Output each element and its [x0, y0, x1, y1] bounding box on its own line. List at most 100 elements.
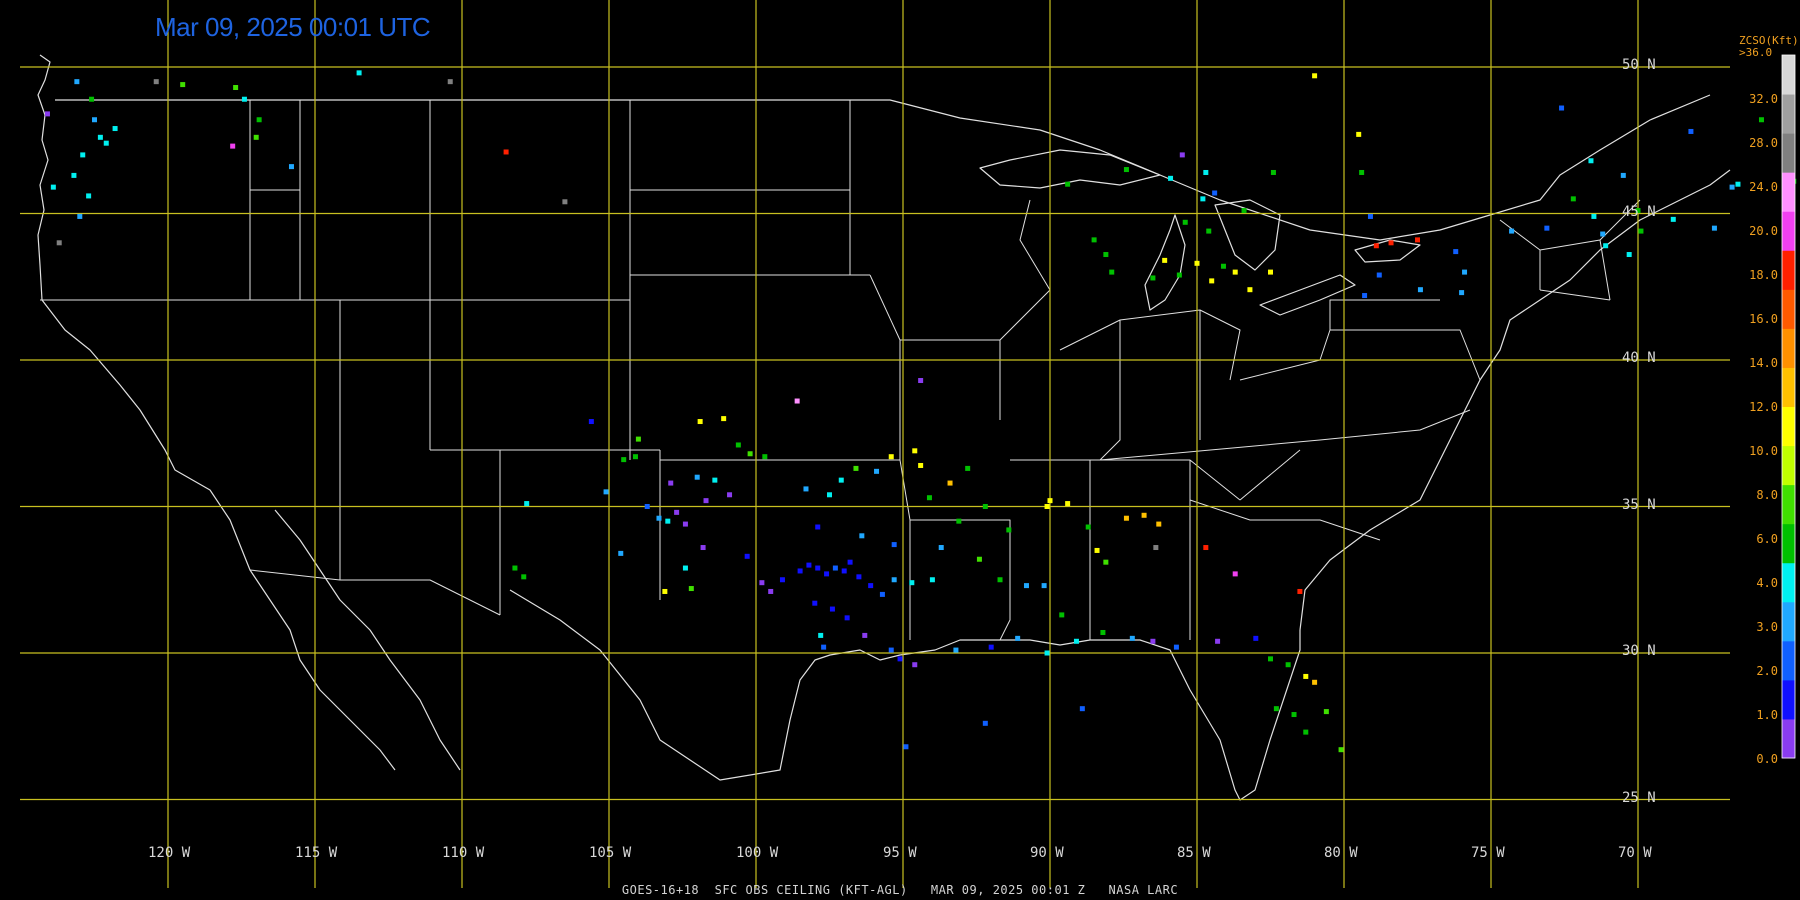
lat-label: 35 N — [1622, 496, 1656, 513]
station-marker — [632, 454, 638, 460]
station-marker — [644, 504, 650, 509]
station-marker — [1232, 571, 1238, 577]
lon-label: 85 W — [1177, 845, 1211, 861]
station-marker — [938, 545, 944, 551]
station-marker — [153, 79, 159, 85]
legend-swatch — [1782, 445, 1795, 486]
station-marker — [1212, 190, 1218, 196]
timestamp-title: Mar 09, 2025 00:01 UTC — [155, 12, 431, 42]
station-marker — [1023, 583, 1029, 589]
station-marker — [1268, 269, 1273, 275]
station-marker — [1103, 559, 1109, 565]
station-marker — [909, 580, 915, 586]
station-marker — [1079, 706, 1085, 712]
lon-label: 90 W — [1030, 845, 1064, 861]
station-marker — [1179, 152, 1185, 158]
lon-label: 70 W — [1618, 845, 1652, 861]
station-marker — [230, 143, 236, 149]
station-marker — [926, 495, 932, 501]
station-marker — [1150, 275, 1156, 281]
station-marker — [1150, 638, 1156, 644]
legend-swatch — [1782, 211, 1795, 251]
station-marker — [700, 545, 706, 551]
station-marker — [862, 632, 868, 638]
station-marker — [982, 720, 988, 726]
station-marker — [815, 565, 821, 571]
station-marker — [241, 96, 247, 102]
lon-label: 100 W — [736, 845, 779, 861]
station-marker — [524, 501, 530, 507]
station-marker — [1303, 673, 1309, 679]
station-marker — [759, 580, 765, 586]
station-marker — [1670, 216, 1676, 222]
station-marker — [103, 140, 109, 146]
station-marker — [80, 152, 86, 158]
station-marker — [1268, 656, 1273, 662]
station-marker — [1453, 249, 1459, 255]
lat-label: 30 N — [1622, 643, 1656, 659]
legend-tick-label: 20.0 — [1749, 224, 1778, 238]
station-marker — [1173, 644, 1179, 650]
station-marker — [44, 111, 50, 117]
lon-label: 80 W — [1324, 845, 1358, 861]
station-marker — [1091, 237, 1097, 243]
station-marker — [97, 134, 103, 140]
station-marker — [832, 565, 838, 571]
station-marker — [1085, 524, 1091, 530]
lon-label: 105 W — [589, 845, 632, 861]
station-marker — [856, 574, 862, 580]
station-marker — [1620, 172, 1626, 178]
station-marker — [1123, 515, 1129, 521]
station-marker — [891, 577, 897, 583]
station-marker — [694, 474, 700, 480]
station-marker — [838, 477, 844, 483]
color-legend — [1781, 54, 1796, 759]
legend-tick-label: 18.0 — [1749, 268, 1778, 282]
legend-title-max: >36.0 — [1739, 46, 1773, 59]
station-marker — [727, 492, 733, 498]
station-marker — [674, 509, 680, 515]
legend-swatch — [1782, 250, 1795, 290]
station-marker — [1129, 635, 1135, 641]
station-marker — [1588, 158, 1594, 164]
legend-tick-label: 6.0 — [1756, 532, 1778, 546]
station-marker — [1285, 662, 1291, 668]
station-marker — [1603, 243, 1609, 249]
station-marker — [1688, 128, 1694, 134]
station-marker — [71, 172, 77, 178]
station-marker — [1462, 269, 1468, 275]
station-marker — [812, 600, 818, 606]
station-marker — [1041, 583, 1047, 589]
station-marker — [512, 565, 518, 571]
station-marker — [794, 398, 800, 404]
station-marker — [1367, 213, 1373, 219]
station-marker — [1241, 208, 1247, 214]
station-marker — [1059, 612, 1065, 618]
station-marker — [735, 442, 741, 448]
station-marker — [1015, 635, 1021, 641]
station-marker — [1203, 169, 1209, 175]
station-marker — [829, 606, 835, 612]
station-marker — [86, 193, 92, 199]
legend-tick-label: 2.0 — [1756, 664, 1778, 678]
station-marker — [1544, 225, 1550, 231]
station-marker — [77, 213, 83, 219]
lon-label: 95 W — [883, 845, 917, 861]
legend-tick-label: 28.0 — [1749, 136, 1778, 150]
legend-swatch — [1782, 679, 1795, 720]
station-marker — [1200, 196, 1206, 202]
station-marker — [1176, 272, 1182, 278]
legend-tick-label: 8.0 — [1756, 488, 1778, 502]
station-marker — [747, 451, 753, 457]
station-marker — [844, 615, 850, 621]
station-marker — [1232, 269, 1238, 275]
lon-label: 115 W — [295, 845, 338, 861]
station-marker — [988, 644, 994, 650]
station-marker — [1270, 169, 1276, 175]
legend-swatch — [1782, 133, 1795, 173]
station-marker — [1459, 290, 1465, 296]
legend-tick-label: 32.0 — [1749, 92, 1778, 106]
station-marker — [1359, 169, 1365, 175]
station-marker — [1094, 547, 1100, 553]
station-marker — [897, 656, 903, 662]
